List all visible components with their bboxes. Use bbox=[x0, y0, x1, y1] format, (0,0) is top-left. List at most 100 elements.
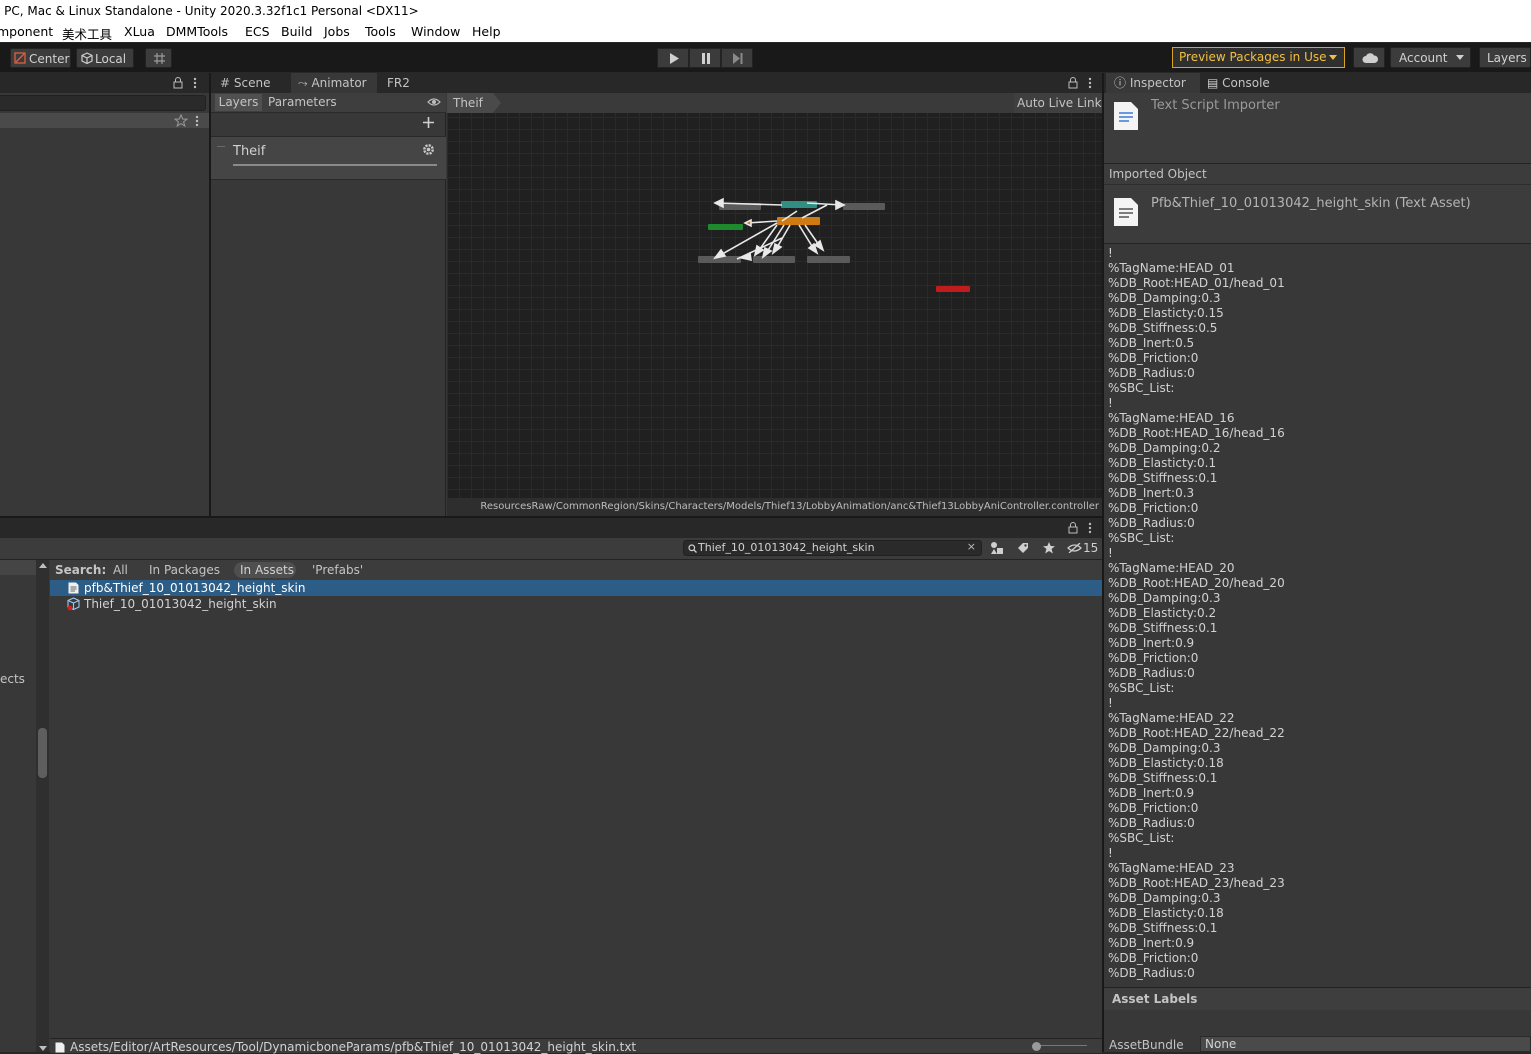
menu-ecs[interactable]: ECS bbox=[245, 24, 270, 39]
auto-live-link-label: Auto Live Link bbox=[1017, 96, 1102, 110]
hierarchy-search-input[interactable] bbox=[0, 95, 206, 111]
subtab-layers[interactable]: Layers bbox=[215, 94, 262, 111]
play-button[interactable] bbox=[657, 48, 689, 68]
icon-size-slider-track[interactable] bbox=[1035, 1045, 1087, 1046]
transition-arrows bbox=[713, 197, 846, 262]
scrollbar-thumb[interactable] bbox=[38, 728, 47, 778]
text-asset-line: %DB_Root:HEAD_22/head_22 bbox=[1108, 726, 1285, 740]
panel-divider[interactable] bbox=[209, 73, 211, 517]
breadcrumb-arrow-icon bbox=[493, 93, 501, 113]
gear-icon[interactable] bbox=[422, 143, 435, 156]
breadcrumb-label: Theif bbox=[453, 96, 483, 110]
scope-all[interactable]: All bbox=[113, 563, 128, 577]
lock-icon[interactable] bbox=[1068, 522, 1078, 534]
tab-fr2[interactable]: FR2 bbox=[387, 73, 427, 93]
preview-packages-button[interactable]: Preview Packages in Use bbox=[1172, 47, 1345, 68]
hidden-packages-toggle[interactable]: 15 bbox=[1067, 540, 1099, 556]
tab-scene-label: Scene bbox=[233, 76, 271, 90]
step-button[interactable] bbox=[721, 48, 753, 68]
scope-in-packages[interactable]: In Packages bbox=[149, 563, 220, 577]
menu-help[interactable]: Help bbox=[472, 24, 501, 39]
tab-console[interactable]: ▤ Console bbox=[1207, 73, 1287, 93]
text-asset-line: %DB_Friction:0 bbox=[1108, 501, 1199, 515]
text-asset-line: %TagName:HEAD_20 bbox=[1108, 561, 1235, 575]
scroll-down-icon[interactable] bbox=[39, 1046, 47, 1052]
cloud-icon bbox=[1362, 53, 1378, 63]
result-name: Thief_10_01013042_height_skin bbox=[84, 597, 277, 611]
menu-art-tools[interactable]: 美术工具 bbox=[62, 24, 112, 43]
kebab-menu-icon[interactable] bbox=[1088, 522, 1092, 534]
cloud-button[interactable] bbox=[1353, 47, 1385, 68]
menu-window[interactable]: Window bbox=[411, 24, 460, 39]
asset-bundle-dropdown[interactable]: None bbox=[1200, 1036, 1531, 1052]
text-asset-line: %DB_Elasticty:0.2 bbox=[1108, 606, 1217, 620]
list-item-selected[interactable]: pfb&Thief_10_01013042_height_skin bbox=[50, 580, 1102, 596]
layers-dropdown[interactable]: Layers bbox=[1479, 47, 1531, 68]
layer-row-theif[interactable]: Theif bbox=[211, 137, 446, 180]
pause-button[interactable] bbox=[689, 48, 721, 68]
pivot-local-label: Local bbox=[95, 52, 127, 66]
folder-tree-scrollbar[interactable] bbox=[36, 560, 49, 1052]
asset-labels-header[interactable]: Asset Labels bbox=[1104, 987, 1531, 1010]
icon-size-slider-thumb[interactable] bbox=[1032, 1042, 1041, 1051]
filter-by-label-icon[interactable] bbox=[1016, 541, 1030, 555]
text-asset-line: %TagName:HEAD_01 bbox=[1108, 261, 1235, 275]
importer-header: Text Script Importer bbox=[1104, 93, 1531, 164]
text-asset-line: %SBC_List: bbox=[1108, 681, 1175, 695]
lock-icon[interactable] bbox=[1068, 77, 1078, 89]
animator-graph[interactable]: Theif Auto Live Link ResourcesRaw/Common… bbox=[447, 93, 1102, 516]
breadcrumb[interactable]: Theif bbox=[447, 93, 493, 113]
project-search-value: Thief_10_01013042_height_skin bbox=[698, 541, 875, 554]
text-asset-line: ! bbox=[1108, 846, 1113, 860]
tab-scene[interactable]: # Scene bbox=[214, 73, 289, 93]
tab-inspector[interactable]: ⓘ Inspector bbox=[1106, 73, 1200, 93]
scroll-up-icon[interactable] bbox=[39, 563, 47, 569]
text-asset-line: %TagName:HEAD_16 bbox=[1108, 411, 1235, 425]
kebab-menu-icon[interactable] bbox=[193, 77, 197, 89]
project-search-input[interactable]: Thief_10_01013042_height_skin × bbox=[683, 540, 982, 556]
eye-icon[interactable] bbox=[427, 97, 441, 107]
text-asset-line: %DB_Friction:0 bbox=[1108, 351, 1199, 365]
tab-animator[interactable]: ⤳ Animator bbox=[291, 73, 377, 93]
favorites-star-icon[interactable] bbox=[1042, 541, 1056, 555]
menu-xlua[interactable]: XLua bbox=[124, 24, 155, 39]
panel-divider[interactable] bbox=[1102, 73, 1104, 1052]
menu-jobs[interactable]: Jobs bbox=[324, 24, 350, 39]
text-asset-line: %DB_Root:HEAD_20/head_20 bbox=[1108, 576, 1285, 590]
panel-divider[interactable] bbox=[0, 516, 1102, 518]
list-item[interactable]: Thief_10_01013042_height_skin bbox=[50, 596, 1102, 612]
prefab-icon bbox=[67, 597, 80, 611]
menu-component[interactable]: mponent bbox=[0, 24, 53, 39]
search-scope-bar: Search: All In Packages In Assets 'Prefa… bbox=[50, 560, 1102, 580]
filter-by-type-icon[interactable] bbox=[990, 541, 1005, 555]
pivot-center-label: Center bbox=[29, 52, 70, 66]
drag-handle-icon[interactable] bbox=[217, 146, 225, 147]
text-asset-line: %DB_Inert:0.9 bbox=[1108, 636, 1195, 650]
text-asset-header: Pfb&Thief_10_01013042_height_skin (Text … bbox=[1104, 185, 1531, 244]
folder-tree-row[interactable] bbox=[0, 560, 36, 575]
scope-in-assets-pill[interactable]: In Assets bbox=[234, 562, 296, 578]
asset-bundle-value: None bbox=[1205, 1037, 1237, 1051]
pivot-local-button[interactable]: Local bbox=[76, 48, 134, 68]
kebab-menu-icon[interactable] bbox=[195, 115, 199, 127]
text-asset-line: %DB_Friction:0 bbox=[1108, 951, 1199, 965]
text-asset-line: %DB_Stiffness:0.1 bbox=[1108, 771, 1218, 785]
menu-tools[interactable]: Tools bbox=[365, 24, 396, 39]
subtab-parameters[interactable]: Parameters bbox=[268, 94, 338, 111]
star-icon[interactable] bbox=[174, 114, 188, 127]
text-asset-line: ! bbox=[1108, 246, 1113, 260]
importer-title: Text Script Importer bbox=[1151, 98, 1280, 113]
menu-build[interactable]: Build bbox=[281, 24, 312, 39]
hidden-count: 15 bbox=[1083, 541, 1099, 555]
auto-live-link-toggle[interactable]: Auto Live Link bbox=[1014, 93, 1102, 113]
account-dropdown[interactable]: Account bbox=[1390, 47, 1471, 68]
kebab-menu-icon[interactable] bbox=[1088, 77, 1092, 89]
exit-state-node[interactable] bbox=[936, 286, 970, 292]
grid-snap-button[interactable] bbox=[145, 48, 172, 68]
lock-icon[interactable] bbox=[173, 77, 183, 89]
menu-dmmtools[interactable]: DMMTools bbox=[166, 24, 228, 39]
clear-search-icon[interactable]: × bbox=[967, 540, 976, 553]
pivot-center-button[interactable]: Center bbox=[10, 48, 71, 68]
add-layer-icon[interactable] bbox=[422, 116, 435, 129]
scope-prefabs[interactable]: 'Prefabs' bbox=[312, 563, 363, 577]
